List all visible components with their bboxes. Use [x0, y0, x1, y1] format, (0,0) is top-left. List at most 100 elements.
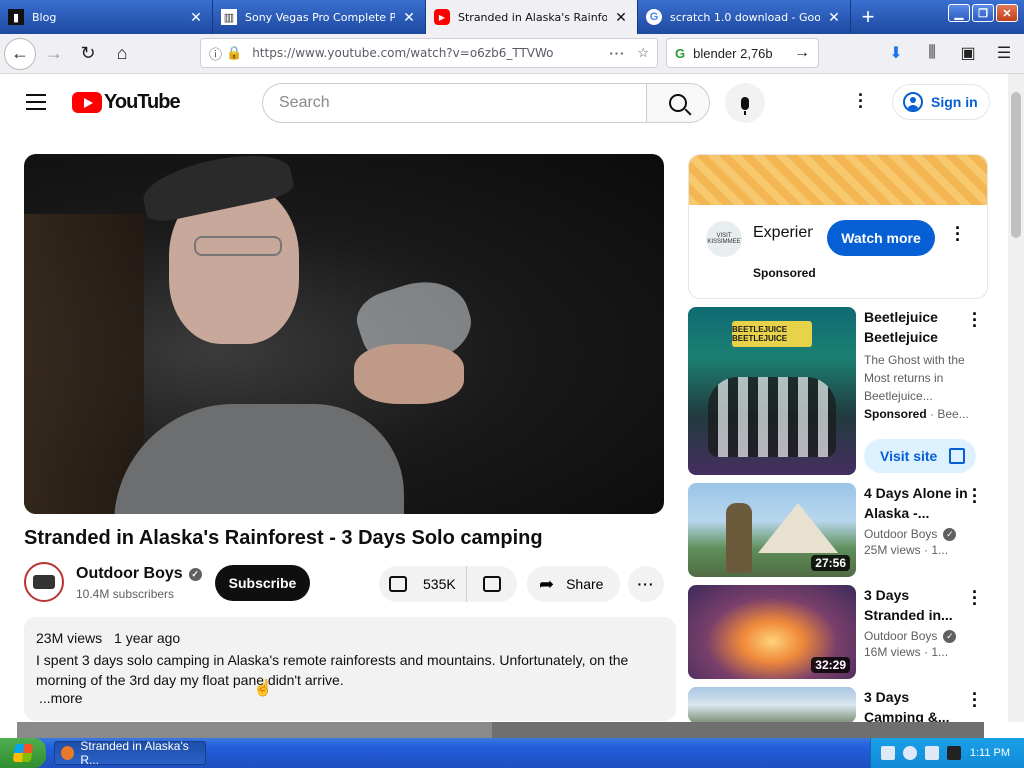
recommendation-title[interactable]: Beetlejuice Beetlejuice [864, 307, 970, 347]
tab-sony-vegas[interactable]: ▥ Sony Vegas Pro Complete Pack ✕ [213, 0, 426, 34]
recommendation-channel[interactable]: Outdoor Boys [864, 629, 937, 643]
scrollbar-thumb[interactable] [1011, 92, 1021, 238]
recommendation-title[interactable]: 4 Days Alone in Alaska -... [864, 483, 970, 523]
sign-in-button[interactable]: Sign in [892, 84, 990, 120]
tab-google[interactable]: G scratch 1.0 download - Google ✕ [638, 0, 851, 34]
settings-kebab-icon[interactable]: · · · [858, 86, 864, 116]
share-button[interactable]: ➦ Share [527, 566, 620, 602]
tab-title: Stranded in Alaska's Rainforest [458, 10, 607, 24]
channel-logo-icon [33, 575, 55, 589]
lock-icon: 🔒 [226, 45, 243, 60]
video-player[interactable] [24, 154, 664, 514]
recommendation-menu-icon[interactable]: · · · [972, 687, 978, 715]
close-window-icon[interactable]: ✕ [996, 4, 1018, 22]
ad-menu-icon[interactable]: · · · [955, 219, 961, 249]
description-box[interactable]: 23M views 1 year ago I spent 3 days solo… [24, 617, 676, 721]
network-icon[interactable] [881, 746, 895, 760]
more-actions-button[interactable]: ··· [628, 566, 664, 602]
recommendation-views-row: 25M views · 1... [864, 543, 970, 557]
voice-search-button[interactable] [725, 83, 765, 123]
search-go-icon[interactable]: → [794, 44, 810, 62]
url-bar[interactable]: ⓘ 🔒 https://www.youtube.com/watch?v=o6zb… [200, 38, 658, 68]
beetlejuice-thumbnail[interactable]: BEETLEJUICE BEETLEJUICE [688, 307, 856, 475]
sidebar-icon[interactable]: ▣ [954, 38, 982, 68]
maximize-icon[interactable]: ❐ [972, 4, 994, 22]
video-thumbnail[interactable]: 32:29 [688, 585, 856, 679]
subscribe-button[interactable]: Subscribe [215, 565, 310, 601]
tray-arrow-icon[interactable] [903, 746, 917, 760]
guide-menu-icon[interactable] [26, 94, 46, 115]
horizontal-scrollbar[interactable] [17, 722, 984, 738]
forward-button[interactable]: → [38, 38, 70, 70]
horizontal-scrollbar-thumb[interactable] [492, 722, 984, 738]
recommendation-channel-row[interactable]: Outdoor Boys ✓ [864, 527, 970, 541]
tab-blog[interactable]: ▮ Blog ✕ [0, 0, 213, 34]
home-button[interactable]: ⌂ [106, 38, 138, 70]
google-icon: G [646, 9, 662, 25]
library-icon[interactable]: ⫼ [918, 38, 946, 68]
video-thumbnail[interactable]: 27:56 [688, 483, 856, 577]
bookmark-star-icon[interactable]: ☆ [637, 45, 649, 61]
channel-name-row[interactable]: Outdoor Boys ✓ [76, 565, 202, 583]
clock[interactable]: 1:11 PM [970, 747, 1010, 759]
close-tab-icon[interactable]: ✕ [188, 9, 204, 26]
taskbar-firefox-item[interactable]: Stranded in Alaska's R... [54, 739, 206, 767]
video-title: Stranded in Alaska's Rainforest - 3 Days… [24, 527, 543, 549]
external-link-icon [949, 448, 966, 464]
recommendation-item[interactable]: 32:29 3 Days Stranded in... Outdoor Boys… [688, 583, 988, 681]
browser-search-field[interactable]: G blender 2,76b → [666, 38, 819, 68]
recommendation-item[interactable]: 27:56 4 Days Alone in Alaska -... Outdoo… [688, 481, 988, 579]
sign-in-label: Sign in [931, 94, 978, 110]
visit-site-button[interactable]: Visit site [864, 439, 976, 473]
start-button[interactable] [0, 738, 46, 768]
new-tab-button[interactable]: + [851, 0, 885, 34]
ad-advertiser-logo[interactable]: VISIT KISSIMMEE [706, 221, 742, 257]
ad-title[interactable]: Experien Kissimm [753, 223, 813, 243]
recommendation-title[interactable]: 3 Days Stranded in... [864, 585, 970, 625]
back-button[interactable]: ← [4, 37, 36, 70]
recommendation-menu-icon[interactable]: · · · [972, 305, 978, 335]
subscriber-count: 10.4M subscribers [76, 587, 175, 601]
channel-avatar[interactable] [24, 562, 64, 602]
dislike-button[interactable] [467, 576, 517, 592]
recommendation-menu-icon[interactable]: · · · [972, 583, 978, 613]
search-engine-icon[interactable]: G [675, 46, 685, 61]
page-scrollbar[interactable] [1008, 74, 1024, 722]
recommendation-title[interactable]: 3 Days Camping &... [864, 687, 970, 722]
ad-card[interactable]: VISIT KISSIMMEE Experien Kissimm Sponsor… [688, 154, 988, 299]
video-thumbnail[interactable] [688, 687, 856, 722]
youtube-logo[interactable]: YouTube [72, 91, 181, 114]
recommendation-info: 3 Days Stranded in... Outdoor Boys ✓ 16M… [864, 585, 970, 659]
download-icon[interactable]: ⬇ [882, 38, 910, 68]
close-tab-icon[interactable]: ✕ [401, 9, 417, 26]
search-button[interactable] [646, 83, 710, 123]
show-more-link[interactable]: ...more [39, 690, 664, 706]
search-input[interactable]: Search [262, 83, 648, 123]
close-tab-icon[interactable]: ✕ [826, 9, 842, 26]
info-icon[interactable]: ⓘ [209, 44, 222, 63]
page-actions-icon[interactable]: ··· [609, 46, 625, 61]
watch-more-button[interactable]: Watch more [827, 220, 935, 256]
recommendation-sponsored[interactable]: BEETLEJUICE BEETLEJUICE Beetlejuice Beet… [688, 305, 988, 477]
browser-search-value[interactable]: blender 2,76b [693, 46, 773, 61]
upload-age: 1 year ago [114, 630, 181, 646]
menu-icon[interactable]: ☰ [990, 38, 1018, 68]
recommendation-menu-icon[interactable]: · · · [972, 481, 978, 511]
tab-youtube[interactable]: ▶ Stranded in Alaska's Rainforest ✕ [426, 0, 638, 34]
recommendation-channel[interactable]: Outdoor Boys [864, 527, 937, 541]
like-button[interactable]: 535K [379, 566, 467, 602]
tray-app-icon[interactable] [947, 746, 961, 760]
recommendation-item[interactable]: 3 Days Camping &... · · · [688, 687, 988, 722]
url-text[interactable]: https://www.youtube.com/watch?v=o6zb6_TT… [252, 46, 609, 60]
recommendation-age: · 1... [924, 543, 949, 557]
recommendation-views: 25M views [864, 543, 921, 557]
recommendation-channel-row[interactable]: Outdoor Boys ✓ [864, 629, 970, 643]
volume-icon[interactable] [925, 746, 939, 760]
video-frame-glasses [194, 236, 282, 256]
reload-button[interactable]: ↻ [72, 38, 104, 70]
view-meta: 23M views 1 year ago [36, 630, 664, 646]
close-tab-icon[interactable]: ✕ [613, 9, 629, 26]
ad-banner-image [689, 155, 987, 205]
channel-name[interactable]: Outdoor Boys [76, 565, 183, 583]
minimize-icon[interactable]: ▁ [948, 4, 970, 22]
